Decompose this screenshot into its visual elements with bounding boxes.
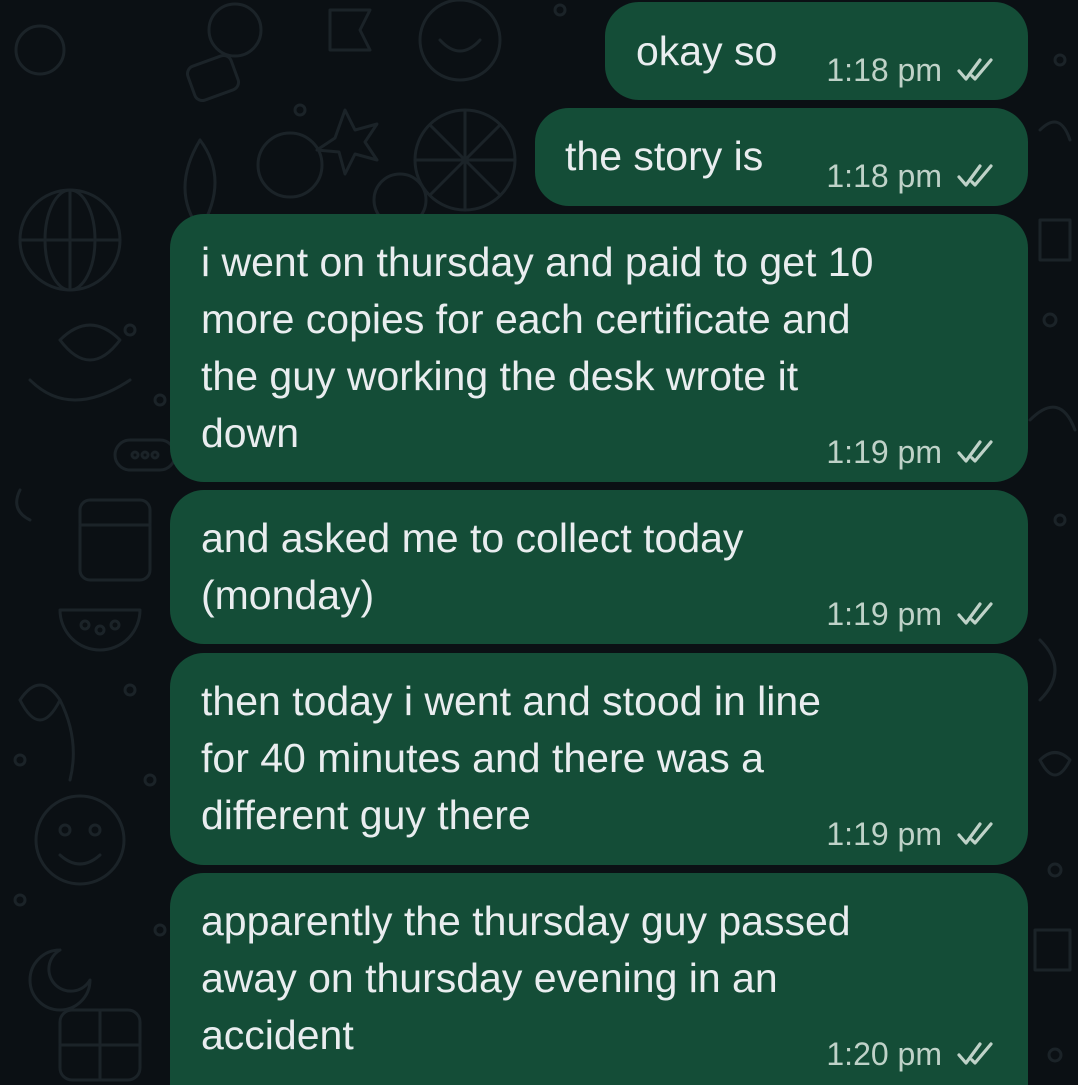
- double-check-icon: [957, 440, 993, 463]
- message-bubble[interactable]: okay so 1:18 pm: [605, 2, 1028, 100]
- message-meta: 1:18 pm: [826, 156, 998, 196]
- message-text: okay so: [636, 28, 778, 74]
- message-time: 1:19 pm: [826, 434, 942, 470]
- message-meta: 1:19 pm: [826, 814, 998, 854]
- message-time: 1:19 pm: [826, 816, 942, 852]
- double-check-icon: [957, 164, 993, 187]
- message-bubble[interactable]: the story is 1:18 pm: [535, 108, 1028, 206]
- message-meta: 1:19 pm: [826, 594, 998, 634]
- double-check-icon: [957, 822, 993, 845]
- message-meta: 1:18 pm: [826, 50, 998, 90]
- message-time: 1:18 pm: [826, 52, 942, 88]
- message-meta: 1:20 pm: [826, 1034, 998, 1074]
- chat-messages[interactable]: okay so 1:18 pm the story is 1:18 pm i w…: [0, 0, 1078, 1085]
- message-time: 1:18 pm: [826, 158, 942, 194]
- message-bubble[interactable]: then today i went and stood in line for …: [170, 653, 1028, 865]
- message-bubble[interactable]: i went on thursday and paid to get 10 mo…: [170, 214, 1028, 482]
- message-text: apparently the thursday guy passed away …: [201, 898, 851, 1058]
- double-check-icon: [957, 58, 993, 81]
- message-text: i went on thursday and paid to get 10 mo…: [201, 239, 874, 456]
- double-check-icon: [957, 1042, 993, 1065]
- double-check-icon: [957, 602, 993, 625]
- message-bubble[interactable]: and asked me to collect today (monday) 1…: [170, 490, 1028, 644]
- message-text: then today i went and stood in line for …: [201, 678, 821, 838]
- message-bubble[interactable]: apparently the thursday guy passed away …: [170, 873, 1028, 1085]
- message-time: 1:20 pm: [826, 1036, 942, 1072]
- message-text: the story is: [565, 133, 764, 179]
- message-meta: 1:19 pm: [826, 432, 998, 472]
- message-text: and asked me to collect today (monday): [201, 515, 744, 618]
- message-time: 1:19 pm: [826, 596, 942, 632]
